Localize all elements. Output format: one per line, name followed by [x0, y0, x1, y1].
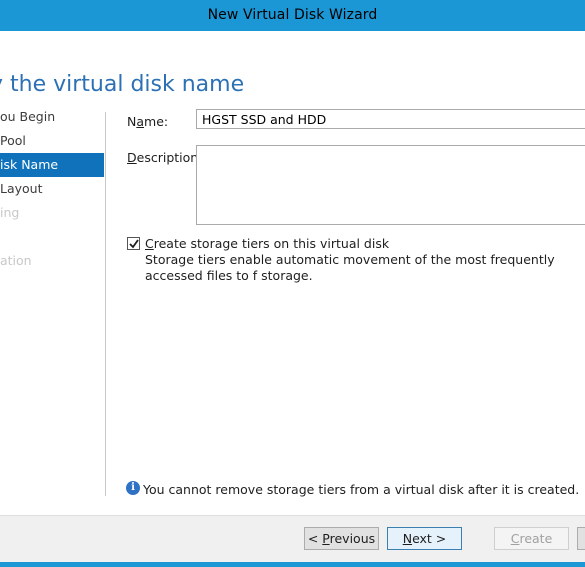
next-button[interactable]: Next >	[387, 527, 462, 550]
nav-item-before-you-begin[interactable]: ou Begin	[0, 105, 104, 129]
nav-divider	[105, 112, 106, 496]
nav-item-provisioning: ing	[0, 205, 20, 220]
wizard-client-area: y the virtual disk name ou Begin Pool is…	[0, 31, 585, 563]
nav-item-storage-pool[interactable]: Pool	[0, 129, 104, 153]
window-bottom-border	[0, 562, 585, 567]
page-heading: y the virtual disk name	[0, 71, 245, 97]
window-title: New Virtual Disk Wizard	[207, 7, 378, 23]
create-storage-tiers-checkbox[interactable]	[127, 237, 140, 250]
info-message: You cannot remove storage tiers from a v…	[143, 482, 580, 497]
create-button: Create	[494, 527, 569, 550]
cancel-button[interactable]	[577, 527, 585, 550]
checkmark-icon	[129, 239, 139, 249]
description-label: Description:	[127, 150, 203, 165]
storage-tiers-description: Storage tiers enable automatic movement …	[145, 252, 555, 283]
description-field[interactable]	[196, 145, 585, 225]
wizard-footer: < Previous Next > Create	[0, 515, 585, 563]
nav-item-confirmation: ation	[0, 253, 32, 268]
previous-button[interactable]: < Previous	[304, 527, 379, 550]
nav-item-virtual-disk-name[interactable]: isk Name	[0, 153, 104, 177]
info-icon: i	[126, 481, 140, 495]
name-label: Name:	[127, 114, 169, 129]
nav-item-storage-layout[interactable]: Layout	[0, 177, 104, 201]
create-storage-tiers-label[interactable]: Create storage tiers on this virtual dis…	[145, 236, 389, 251]
name-field[interactable]: HGST SSD and HDD	[196, 109, 585, 129]
title-bar[interactable]: New Virtual Disk Wizard	[0, 0, 585, 31]
